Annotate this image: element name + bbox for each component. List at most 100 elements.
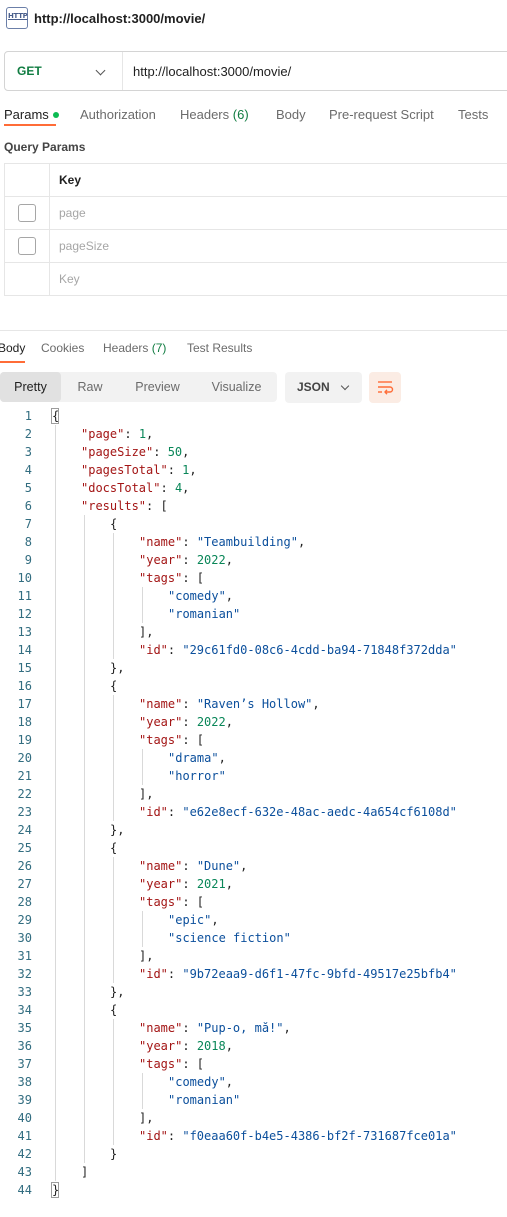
code-text: { xyxy=(110,515,117,533)
code-line: 24}, xyxy=(0,821,507,839)
response-tab-body[interactable]: Body xyxy=(0,341,25,355)
tab-tests[interactable]: Tests xyxy=(458,107,488,122)
tab-authorization[interactable]: Authorization xyxy=(80,107,156,122)
view-pretty-button[interactable]: Pretty xyxy=(0,372,61,402)
code-token: "drama" xyxy=(168,751,219,765)
code-text: { xyxy=(110,1001,117,1019)
tab-params-label: Params xyxy=(4,107,49,122)
response-tab-headers-label: Headers xyxy=(103,341,149,355)
view-raw-button[interactable]: Raw xyxy=(61,372,119,402)
code-token: ], xyxy=(139,949,154,963)
code-token: , xyxy=(218,751,226,765)
code-text: "name": "Teambuilding", xyxy=(139,533,305,551)
code-line: 28 "tags": [ xyxy=(0,893,507,911)
view-preview-button[interactable]: Preview xyxy=(119,372,196,402)
param-new-key-input[interactable]: Key xyxy=(50,272,80,286)
code-token: , xyxy=(225,553,233,567)
code-token: : xyxy=(182,1021,197,1035)
line-number: 41 xyxy=(17,1129,32,1143)
code-text: "tags": [ xyxy=(139,569,204,587)
line-number: 32 xyxy=(17,967,32,981)
code-token: : [ xyxy=(146,499,168,513)
code-line: 40], xyxy=(0,1109,507,1127)
code-line: 30 "science fiction" xyxy=(0,929,507,947)
code-line: 36 "year": 2018, xyxy=(0,1037,507,1055)
code-line: 25 { xyxy=(0,839,507,857)
view-visualize-button[interactable]: Visualize xyxy=(196,372,277,402)
url-input[interactable]: http://localhost:3000/movie/ xyxy=(133,64,291,79)
param-pagesize-checkbox[interactable] xyxy=(18,237,36,255)
response-tab-cookies[interactable]: Cookies xyxy=(41,341,84,355)
response-tab-test-results[interactable]: Test Results xyxy=(187,341,252,355)
param-key-page[interactable]: page xyxy=(50,206,86,220)
code-token: , xyxy=(225,1075,234,1089)
response-tab-cookies-label: Cookies xyxy=(41,341,85,355)
wrap-lines-button[interactable] xyxy=(369,372,401,403)
code-line: 12 "romanian" xyxy=(0,605,507,623)
line-number: 30 xyxy=(17,931,32,945)
code-line: 32 "id": "9b72eaa9-d6f1-47fc-9bfd-49517e2… xyxy=(0,965,507,983)
params-check-cell xyxy=(5,230,50,262)
code-token: : xyxy=(124,427,139,441)
code-token: 2022 xyxy=(196,715,226,729)
indent-guide xyxy=(142,1073,143,1109)
line-number: 25 xyxy=(17,841,32,855)
code-text: "tags": [ xyxy=(139,1055,204,1073)
code-token: : [ xyxy=(182,895,205,909)
code-token: ], xyxy=(139,1111,154,1125)
http-icon: HTTP xyxy=(6,7,28,29)
code-token: "epic" xyxy=(168,913,212,927)
params-active-dot-icon xyxy=(52,111,59,118)
code-line: 7{ xyxy=(0,515,507,533)
code-token: "page" xyxy=(81,427,125,441)
code-token: } xyxy=(110,1147,118,1161)
line-number: 22 xyxy=(17,787,32,801)
code-line: 26 "name": "Dune", xyxy=(0,857,507,875)
code-line: 35 "name": "Pup-o, mă!", xyxy=(0,1019,507,1037)
code-token: 2018 xyxy=(196,1039,226,1053)
code-token: "29c61fd0-08c6-4cdd-ba94-71848f372dda" xyxy=(182,643,457,657)
code-line: 8 "name": "Teambuilding", xyxy=(0,533,507,551)
code-line: 31], xyxy=(0,947,507,965)
code-text: { xyxy=(110,839,117,857)
indent-guide xyxy=(142,911,143,947)
code-token: "comedy" xyxy=(168,589,226,603)
param-page-checkbox[interactable] xyxy=(18,204,36,222)
indent-guide xyxy=(84,515,85,1163)
line-number: 31 xyxy=(17,949,32,963)
tab-pre-request-script[interactable]: Pre-request Script xyxy=(329,107,434,122)
line-number: 28 xyxy=(17,895,32,909)
method-select[interactable]: GET xyxy=(5,52,123,90)
code-line: 44} xyxy=(0,1181,507,1199)
code-token: 50 xyxy=(167,445,183,459)
line-number: 8 xyxy=(24,535,32,549)
code-text: "id": "f0eaa60f-b4e5-4386-bf2f-731687fce… xyxy=(139,1127,457,1145)
code-token: 2021 xyxy=(196,877,226,891)
code-token: "id" xyxy=(139,967,168,981)
params-header-row: Key xyxy=(4,164,507,197)
response-tab-headers[interactable]: Headers (7) xyxy=(103,341,166,355)
request-title[interactable]: http://localhost:3000/movie/ xyxy=(34,11,205,26)
param-key-pagesize[interactable]: pageSize xyxy=(50,239,109,253)
params-check-cell xyxy=(5,263,50,295)
format-select[interactable]: JSON xyxy=(285,372,362,403)
code-text: "pagesTotal": 1, xyxy=(81,461,197,479)
code-token: , xyxy=(211,913,219,927)
response-active-tab-indicator xyxy=(0,361,25,363)
indent-guide xyxy=(142,749,143,785)
tab-headers[interactable]: Headers (6) xyxy=(180,107,249,122)
code-token: : xyxy=(153,445,168,459)
line-number: 15 xyxy=(17,661,32,675)
line-number: 38 xyxy=(17,1075,32,1089)
code-token: , xyxy=(225,877,233,891)
line-number: 13 xyxy=(17,625,32,639)
params-row: pageSize xyxy=(4,230,507,263)
code-token: { xyxy=(110,1003,118,1017)
tab-body[interactable]: Body xyxy=(276,107,306,122)
line-number: 43 xyxy=(17,1165,32,1179)
response-body-code[interactable]: 1{2 "page": 1, 3 "pageSize": 50, 4 "pagesTota… xyxy=(0,407,507,1199)
code-token: : [ xyxy=(182,733,205,747)
tab-params[interactable]: Params xyxy=(4,107,59,122)
tab-body-label: Body xyxy=(276,107,306,122)
code-text: "romanian" xyxy=(168,1091,240,1109)
